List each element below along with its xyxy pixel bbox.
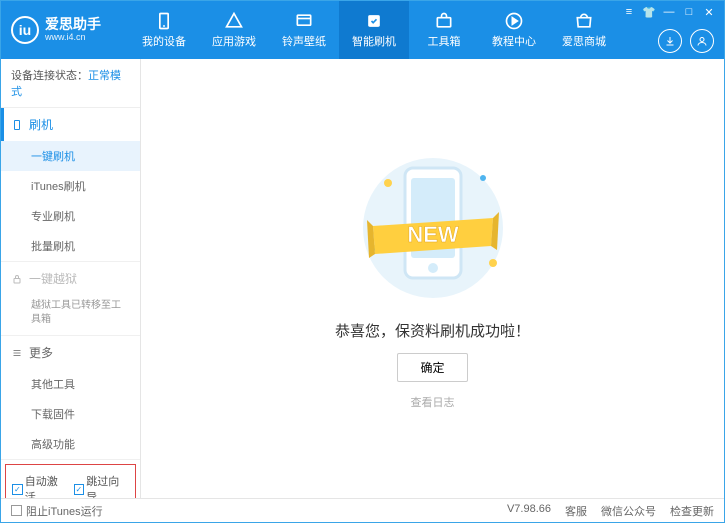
version-label: V7.98.66 (507, 503, 551, 519)
sidebar-item-download-firmware[interactable]: 下载固件 (1, 399, 140, 429)
success-message: 恭喜您，保资料刷机成功啦！ (335, 320, 530, 341)
confirm-button[interactable]: 确定 (397, 353, 467, 382)
maximize-icon[interactable]: □ (682, 5, 696, 19)
status-bar: 阻止iTunes运行 V7.98.66 客服 微信公众号 检查更新 (1, 498, 724, 522)
sidebar-item-advanced[interactable]: 高级功能 (1, 429, 140, 459)
app-url: www.i4.cn (45, 33, 101, 43)
nav-store[interactable]: 爱思商城 (549, 1, 619, 59)
close-icon[interactable]: ✕ (702, 5, 716, 19)
footer-link-wechat[interactable]: 微信公众号 (601, 503, 656, 519)
footer-link-support[interactable]: 客服 (565, 503, 587, 519)
footer-link-update[interactable]: 检查更新 (670, 503, 714, 519)
lock-icon (11, 273, 23, 285)
checkbox-auto-activate[interactable]: ✓ 自动激活 (12, 473, 68, 498)
nav-apps-games[interactable]: 应用游戏 (199, 1, 269, 59)
connection-status: 设备连接状态：正常模式 (1, 59, 140, 108)
user-icon[interactable] (690, 29, 714, 53)
nav-smart-flash[interactable]: 智能刷机 (339, 1, 409, 59)
nav-my-device[interactable]: 我的设备 (129, 1, 199, 59)
sidebar-item-itunes-flash[interactable]: iTunes刷机 (1, 171, 140, 201)
checkmark-icon: ✓ (74, 484, 85, 495)
menu-icon[interactable]: ≡ (622, 5, 636, 19)
checkmark-icon: ✓ (12, 484, 23, 495)
jailbreak-note: 越狱工具已转移至工具箱 (1, 295, 140, 335)
window-controls: ≡ 👕 — □ ✕ (622, 5, 716, 19)
logo-icon: iu (11, 16, 39, 44)
list-icon (11, 347, 23, 359)
nav-toolbox[interactable]: 工具箱 (409, 1, 479, 59)
skin-icon[interactable]: 👕 (642, 5, 656, 19)
checkbox-block-itunes[interactable] (11, 505, 22, 516)
sidebar: 设备连接状态：正常模式 刷机 一键刷机 iTunes刷机 专业刷机 批量刷机 一… (1, 59, 141, 498)
view-log-link[interactable]: 查看日志 (411, 394, 455, 410)
sidebar-group-jailbreak[interactable]: 一键越狱 (1, 262, 140, 295)
sidebar-group-flash[interactable]: 刷机 (1, 108, 140, 141)
app-logo: iu 爱思助手 www.i4.cn (11, 16, 129, 44)
sidebar-item-batch-flash[interactable]: 批量刷机 (1, 231, 140, 261)
minimize-icon[interactable]: — (662, 5, 676, 19)
sidebar-item-other-tools[interactable]: 其他工具 (1, 369, 140, 399)
sidebar-group-more[interactable]: 更多 (1, 336, 140, 369)
checkbox-skip-guide[interactable]: ✓ 跳过向导 (74, 473, 130, 498)
nav-ringtone-wallpaper[interactable]: 铃声壁纸 (269, 1, 339, 59)
nav-tutorials[interactable]: 教程中心 (479, 1, 549, 59)
phone-icon (11, 119, 23, 131)
block-itunes-label: 阻止iTunes运行 (26, 503, 103, 519)
app-header: iu 爱思助手 www.i4.cn 我的设备 应用游戏 铃声壁纸 智能刷机 工具… (1, 1, 724, 59)
sidebar-item-oneclick-flash[interactable]: 一键刷机 (1, 141, 140, 171)
sidebar-item-pro-flash[interactable]: 专业刷机 (1, 201, 140, 231)
main-nav: 我的设备 应用游戏 铃声壁纸 智能刷机 工具箱 教程中心 爱思商城 (129, 1, 619, 59)
new-badge-text: NEW (407, 222, 459, 247)
flash-options: ✓ 自动激活 ✓ 跳过向导 (5, 464, 136, 498)
download-icon[interactable] (658, 29, 682, 53)
main-content: NEW 恭喜您，保资料刷机成功啦！ 确定 查看日志 (141, 59, 724, 498)
app-name: 爱思助手 (45, 17, 101, 32)
success-illustration: NEW (343, 148, 523, 308)
